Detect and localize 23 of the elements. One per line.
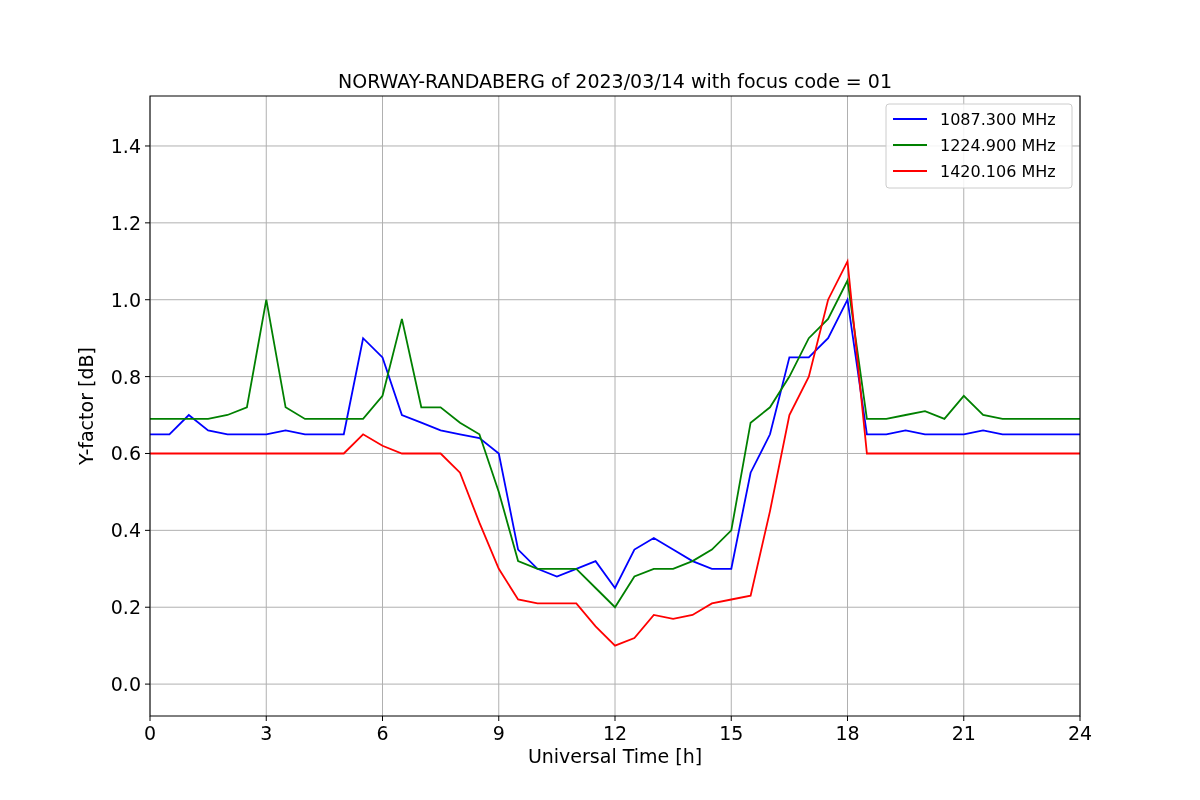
y-tick-label: 0.0 — [110, 673, 141, 696]
y-tick-label: 0.6 — [110, 442, 141, 465]
x-tick-label: 3 — [260, 722, 273, 744]
x-tick-label: 0 — [143, 722, 157, 744]
y-tick-label: 0.2 — [110, 596, 141, 619]
x-tick-label: 18 — [835, 722, 860, 744]
y-tick-label: 1.4 — [110, 134, 141, 157]
x-tick-label: 24 — [1067, 722, 1093, 744]
x-tick-label: 15 — [719, 722, 744, 744]
x-tick-label: 9 — [492, 722, 505, 744]
legend-label: 1420.106 MHz — [940, 162, 1056, 181]
y-axis-label: Y-factor [dB] — [75, 347, 97, 465]
y-tick-label: 1.0 — [110, 288, 141, 311]
x-tick-label: 12 — [602, 722, 628, 744]
y-tick-label: 1.2 — [110, 211, 141, 234]
legend-label: 1224.900 MHz — [940, 136, 1056, 155]
legend-label: 1087.300 MHz — [940, 110, 1056, 129]
x-tick-label: 21 — [951, 722, 976, 744]
chart-title: NORWAY-RANDABERG of 2023/03/14 with focus code = 01 — [338, 70, 892, 92]
y-tick-label: 0.8 — [110, 365, 141, 388]
y-tick-label: 0.4 — [110, 519, 141, 542]
x-axis-label: Universal Time [h] — [527, 745, 703, 767]
x-tick-label: 6 — [376, 722, 389, 744]
